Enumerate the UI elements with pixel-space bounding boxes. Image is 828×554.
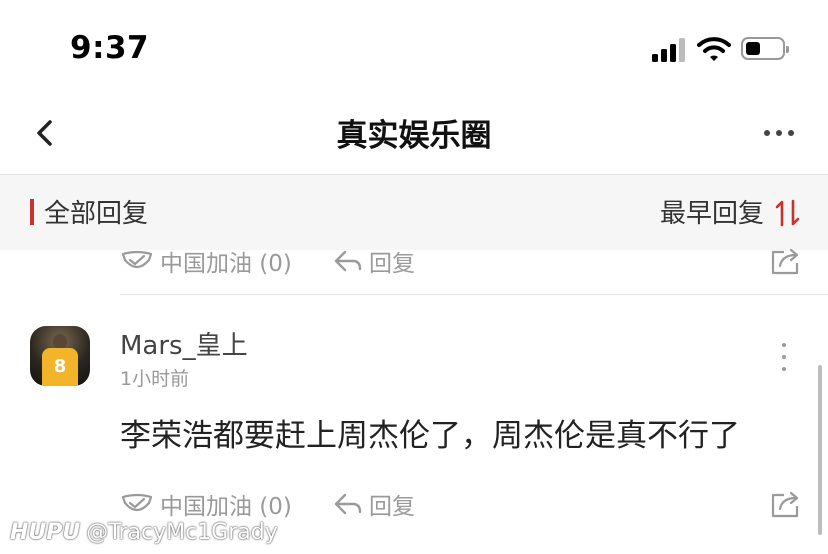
status-bar: 9:37 [0, 0, 828, 96]
reply-label: 回复 [369, 251, 415, 277]
cheer-label: 中国加油 (0) [160, 494, 292, 520]
page-title: 真实娱乐圈 [336, 118, 492, 154]
share-icon[interactable] [770, 489, 802, 519]
scrollbar[interactable] [818, 365, 822, 535]
comment-username[interactable]: Mars_皇上 [120, 325, 248, 362]
cheer-button[interactable]: 中国加油 (0) [120, 487, 292, 521]
watermark-handle: @TracyMc1Grady [86, 520, 278, 545]
reply-icon [334, 250, 362, 272]
all-replies-tab[interactable]: 全部回复 [44, 193, 148, 230]
share-icon[interactable] [770, 246, 802, 276]
sort-button[interactable]: 最早回复 [660, 193, 764, 230]
watermark-brand: HUPU [10, 520, 81, 545]
comment-time: 1小时前 [120, 368, 190, 390]
cellular-signal-icon [652, 36, 688, 62]
filter-accent-mark [30, 199, 34, 225]
filter-bar: 全部回复 最早回复 [0, 174, 828, 250]
avatar-jersey-number: 8 [53, 356, 67, 377]
comment-text: 李荣浩都要赶上周杰伦了，周杰伦是真不行了 [120, 418, 740, 454]
reply-divider [120, 294, 828, 295]
avatar[interactable]: 8 [30, 326, 90, 386]
prev-reply-actions: 中国加油 (0) 回复 [0, 244, 828, 284]
more-options-icon[interactable] [760, 120, 800, 146]
cheer-label: 中国加油 (0) [160, 251, 292, 277]
reply-button[interactable]: 回复 [333, 487, 415, 521]
watermark: HUPU @TracyMc1Grady [10, 520, 278, 545]
reply-label: 回复 [369, 494, 415, 520]
reply-icon [334, 493, 362, 515]
cheer-icon [121, 493, 153, 512]
status-time: 9:37 [70, 30, 150, 66]
battery-icon [741, 37, 789, 60]
cheer-icon [121, 250, 153, 269]
comment-more-icon[interactable] [776, 340, 792, 374]
reply-button[interactable]: 回复 [333, 244, 415, 278]
nav-bar: 真实娱乐圈 [0, 96, 828, 174]
cheer-button[interactable]: 中国加油 (0) [120, 244, 292, 278]
wifi-icon [697, 37, 731, 61]
sort-toggle-icon[interactable] [774, 198, 802, 228]
